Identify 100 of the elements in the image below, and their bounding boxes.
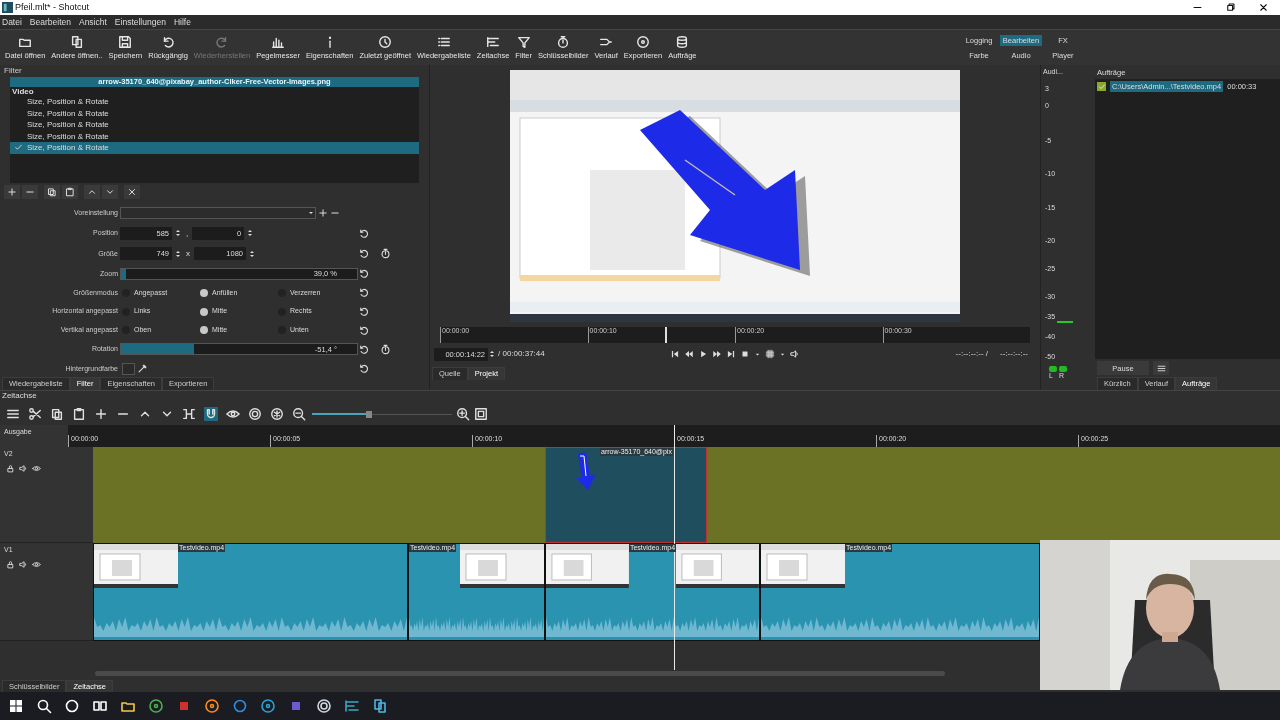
- circle-icon[interactable]: [64, 698, 80, 714]
- spin-arrows-icon[interactable]: [488, 350, 496, 358]
- filter-item[interactable]: Size, Position & Rotate: [10, 96, 419, 108]
- mute-icon[interactable]: [19, 464, 28, 474]
- app-icon[interactable]: [372, 698, 388, 714]
- radio-button[interactable]: [200, 326, 208, 335]
- selection-text: --:--:--:--: [1000, 349, 1028, 359]
- save-icon: [118, 35, 133, 49]
- move-up-button[interactable]: [84, 185, 100, 199]
- reset-icon[interactable]: [358, 248, 369, 260]
- filter-name: Size, Position & Rotate: [27, 108, 109, 119]
- skip-start-icon[interactable]: [669, 349, 680, 359]
- reset-icon[interactable]: [358, 287, 369, 299]
- asterisk-icon[interactable]: [270, 407, 284, 421]
- eye-icon[interactable]: [32, 560, 41, 570]
- filter-item[interactable]: Size, Position & Rotate: [10, 142, 419, 154]
- app-icon: [2, 2, 13, 13]
- round-app-icon[interactable]: [232, 698, 248, 714]
- eye-icon[interactable]: [226, 407, 240, 421]
- scrollbar[interactable]: [95, 671, 945, 676]
- panel-title: Filter: [3, 65, 23, 77]
- color-swatch[interactable]: [122, 362, 135, 375]
- add-button[interactable]: [4, 185, 20, 199]
- app-icon[interactable]: [344, 698, 360, 714]
- plus-icon[interactable]: [94, 407, 108, 421]
- magnet-icon[interactable]: [204, 407, 218, 421]
- grid-icon[interactable]: [764, 349, 775, 359]
- zoom-in-icon[interactable]: [456, 407, 470, 421]
- radio-button[interactable]: [200, 288, 208, 297]
- copy-icon: [47, 187, 57, 197]
- paste-button[interactable]: [62, 185, 78, 199]
- spin-arrows-icon[interactable]: [174, 229, 182, 238]
- zoom-out-icon[interactable]: [292, 407, 306, 421]
- filter-icon: [516, 35, 531, 49]
- clipboard-icon: [65, 187, 75, 197]
- chevron-down-icon: [105, 187, 115, 197]
- keyframe-icon[interactable]: [380, 248, 391, 260]
- menu-item[interactable]: Ansicht: [78, 16, 107, 28]
- clipboard-icon[interactable]: [72, 407, 86, 421]
- spin-arrows-icon[interactable]: [246, 229, 255, 238]
- fast-forward-icon[interactable]: [711, 349, 722, 359]
- target-icon[interactable]: [316, 698, 332, 714]
- menu-item[interactable]: Hilfe: [173, 16, 191, 28]
- remove-button[interactable]: [22, 185, 38, 199]
- copy-icon[interactable]: [50, 407, 64, 421]
- plus-icon: [7, 187, 17, 197]
- filter-item[interactable]: Size, Position & Rotate: [10, 130, 419, 143]
- reset-icon[interactable]: [358, 324, 369, 336]
- windows-icon[interactable]: [8, 698, 24, 714]
- keyframe-icon[interactable]: [380, 343, 391, 355]
- reset-icon[interactable]: [358, 268, 369, 280]
- filter-name: Size, Position & Rotate: [27, 97, 109, 108]
- lock-icon[interactable]: [6, 464, 15, 474]
- filter-item[interactable]: Size, Position & Rotate: [10, 119, 419, 131]
- list-icon: [436, 35, 451, 49]
- duration-text: / 00:00:37:44: [498, 349, 545, 359]
- close-icon[interactable]: [1258, 2, 1269, 13]
- search-icon[interactable]: [36, 698, 52, 714]
- menu-item[interactable]: Datei: [2, 16, 22, 28]
- radio-button[interactable]: [200, 307, 208, 316]
- filter-item[interactable]: Size, Position & Rotate: [10, 108, 419, 120]
- reset-icon[interactable]: [358, 343, 369, 355]
- lock-icon[interactable]: [6, 560, 15, 570]
- zoom-slider[interactable]: [312, 411, 452, 417]
- copy-button[interactable]: [44, 185, 60, 199]
- round-app-icon[interactable]: [148, 698, 164, 714]
- menu-item[interactable]: Bearbeiten: [29, 16, 71, 28]
- skip-end-icon[interactable]: [725, 349, 736, 359]
- menu-icon[interactable]: [6, 407, 20, 421]
- eye-icon[interactable]: [32, 464, 41, 474]
- scissors-icon[interactable]: [28, 407, 42, 421]
- move-down-button[interactable]: [102, 185, 118, 199]
- menu-button[interactable]: [1153, 361, 1169, 375]
- spin-arrows-icon[interactable]: [248, 249, 256, 258]
- clock-icon: [378, 35, 393, 49]
- round-app-icon[interactable]: [260, 698, 276, 714]
- reset-icon[interactable]: [358, 227, 369, 239]
- add-preset-icon[interactable]: [318, 208, 328, 219]
- checkbox[interactable]: [1097, 82, 1106, 91]
- reset-icon[interactable]: [358, 363, 369, 375]
- spin-arrows-icon[interactable]: [174, 249, 182, 258]
- in-out-text: --:--:--:-- /: [955, 349, 988, 359]
- fit-icon[interactable]: [474, 407, 488, 421]
- eyedropper-icon[interactable]: [137, 363, 148, 375]
- rewind-icon[interactable]: [683, 349, 694, 359]
- round-app-icon[interactable]: [204, 698, 220, 714]
- split-icon[interactable]: [182, 407, 196, 421]
- stack-icon: [675, 35, 690, 49]
- restore-icon[interactable]: [1225, 2, 1236, 13]
- task-view-icon[interactable]: [92, 698, 108, 714]
- volume-icon[interactable]: [789, 349, 800, 359]
- mute-icon[interactable]: [19, 560, 28, 570]
- files-icon: [69, 35, 84, 49]
- clear-button[interactable]: [124, 185, 140, 199]
- reset-icon[interactable]: [358, 306, 369, 318]
- menu-item[interactable]: Einstellungen: [114, 16, 166, 28]
- menu-icon: [1156, 363, 1166, 373]
- timeline-icon: [486, 35, 501, 49]
- filter-name: Size, Position & Rotate: [27, 143, 109, 153]
- target-icon[interactable]: [248, 407, 262, 421]
